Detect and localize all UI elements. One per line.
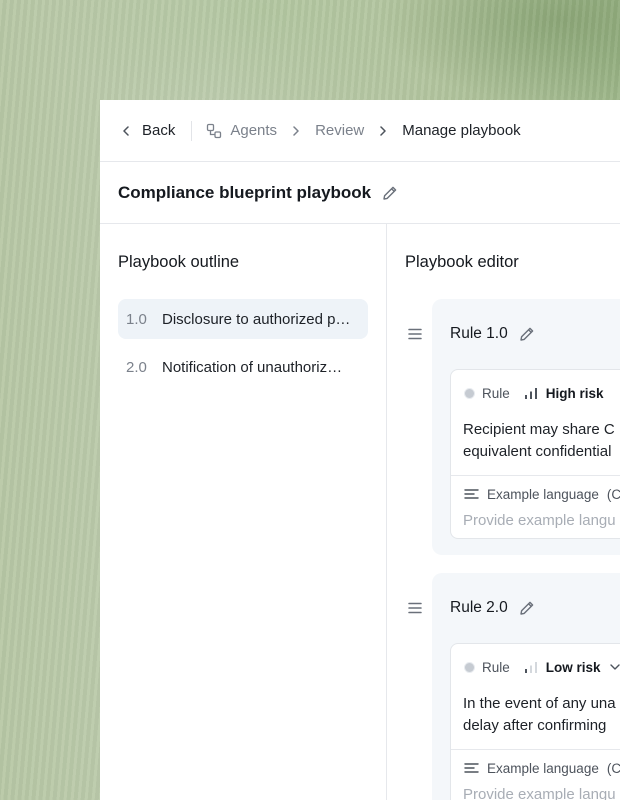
pencil-icon[interactable] bbox=[381, 184, 399, 202]
rule-text-line: equivalent confidential bbox=[463, 443, 612, 460]
agents-icon bbox=[207, 123, 222, 138]
nav-divider bbox=[191, 120, 193, 141]
outline-title: Playbook outline bbox=[118, 253, 240, 271]
rule-name: Rule 1.0 bbox=[450, 325, 508, 342]
example-language-input[interactable]: Provide example langu bbox=[451, 786, 620, 800]
title-bar: Compliance blueprint playbook bbox=[100, 162, 620, 224]
back-button[interactable]: Back bbox=[120, 122, 175, 139]
drag-handle-icon[interactable] bbox=[407, 601, 423, 615]
outline-item[interactable]: 1.0 Disclosure to authorized p… bbox=[118, 299, 368, 339]
rule-tags: Rule High risk bbox=[451, 370, 620, 416]
rule-text-line: Recipient may share C bbox=[463, 421, 615, 438]
text-lines-icon bbox=[464, 489, 479, 499]
rule-type-tag: Rule bbox=[464, 660, 510, 675]
outline-item-number: 2.0 bbox=[126, 358, 147, 376]
pencil-icon[interactable] bbox=[518, 599, 536, 617]
rule-type-tag: Rule bbox=[464, 386, 510, 401]
chevron-right-icon bbox=[378, 125, 388, 137]
example-language-header: Example language (C bbox=[451, 476, 620, 512]
example-language-suffix: (C bbox=[606, 486, 620, 502]
risk-selector[interactable]: Low risk bbox=[524, 660, 620, 675]
signal-bars-icon bbox=[524, 388, 537, 399]
signal-bars-icon bbox=[524, 662, 537, 673]
status-dot-icon bbox=[464, 387, 475, 399]
rule-type-label: Rule bbox=[482, 659, 510, 675]
page-title: Compliance blueprint playbook bbox=[118, 182, 372, 202]
breadcrumb-review[interactable]: Review bbox=[315, 122, 364, 139]
rule-text[interactable]: In the event of any una delay after conf… bbox=[451, 690, 620, 749]
chevron-left-icon bbox=[123, 125, 129, 136]
rule-type-label: Rule bbox=[482, 385, 510, 401]
status-dot-icon bbox=[464, 661, 475, 673]
rule-card: Rule 1.0 Rule High risk Recipient may sh… bbox=[432, 299, 620, 555]
pencil-icon[interactable] bbox=[518, 325, 536, 343]
outline-item-text: Disclosure to authorized p… bbox=[162, 310, 351, 328]
back-label: Back bbox=[142, 122, 176, 139]
example-language-header: Example language (C bbox=[451, 750, 620, 786]
example-language-suffix: (C bbox=[606, 760, 620, 776]
text-lines-icon bbox=[464, 763, 479, 773]
breadcrumb-agents[interactable]: Agents bbox=[206, 122, 277, 139]
outline-item-number: 1.0 bbox=[126, 310, 147, 328]
editor-title: Playbook editor bbox=[405, 253, 519, 271]
example-language-label: Example language bbox=[487, 486, 599, 502]
rule-detail-card: Rule High risk Recipient may share C equ… bbox=[450, 369, 620, 539]
rule-text-line: In the event of any una bbox=[463, 695, 616, 712]
app-panel: Back Agents Review Manage playbook Compl… bbox=[100, 100, 620, 800]
breadcrumb-current: Manage playbook bbox=[402, 122, 520, 139]
outline-item-text: Notification of unauthoriz… bbox=[162, 358, 343, 376]
rule-block: Rule 1.0 Rule High risk Recipient may sh… bbox=[405, 299, 620, 555]
example-language-input[interactable]: Provide example langu bbox=[451, 512, 620, 529]
playbook-outline: Playbook outline 1.0 Disclosure to autho… bbox=[100, 223, 387, 800]
drag-handle-icon[interactable] bbox=[407, 327, 423, 341]
rule-text[interactable]: Recipient may share C equivalent confide… bbox=[451, 416, 620, 475]
chevron-down-icon bbox=[609, 664, 620, 670]
example-language-label: Example language bbox=[487, 760, 599, 776]
outline-item[interactable]: 2.0 Notification of unauthoriz… bbox=[118, 347, 368, 387]
rule-header: Rule 2.0 bbox=[432, 573, 620, 643]
rule-card: Rule 2.0 Rule Low risk In the event of a… bbox=[432, 573, 620, 800]
rule-name: Rule 2.0 bbox=[450, 599, 508, 616]
rule-tags: Rule Low risk bbox=[451, 644, 620, 690]
breadcrumb-agents-label: Agents bbox=[230, 122, 278, 139]
breadcrumb-review-label: Review bbox=[315, 122, 365, 139]
risk-selector[interactable]: High risk bbox=[524, 386, 604, 401]
playbook-editor: Playbook editor Rule 1.0 Rule High risk … bbox=[387, 223, 620, 800]
chevron-right-icon bbox=[291, 125, 301, 137]
rule-block: Rule 2.0 Rule Low risk In the event of a… bbox=[405, 573, 620, 800]
risk-label: Low risk bbox=[545, 659, 601, 675]
breadcrumb-current-label: Manage playbook bbox=[402, 122, 521, 139]
rule-header: Rule 1.0 bbox=[432, 299, 620, 369]
top-navigation: Back Agents Review Manage playbook bbox=[100, 100, 620, 162]
rule-text-line: delay after confirming bbox=[463, 717, 607, 734]
content-columns: Playbook outline 1.0 Disclosure to autho… bbox=[100, 223, 620, 800]
rule-detail-card: Rule Low risk In the event of any una de… bbox=[450, 643, 620, 800]
risk-label: High risk bbox=[545, 385, 604, 401]
